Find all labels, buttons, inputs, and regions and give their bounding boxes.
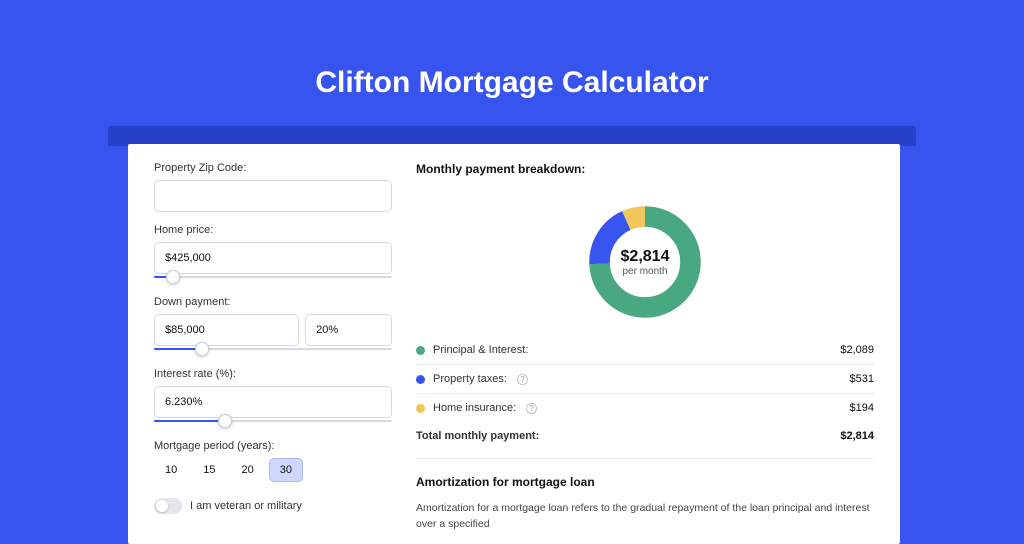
amortization-body: Amortization for a mortgage loan refers … [416, 501, 874, 533]
zip-input[interactable] [154, 180, 392, 212]
legend-label: Home insurance: [433, 402, 516, 414]
amortization-title: Amortization for mortgage loan [416, 475, 874, 489]
legend-row: Principal & Interest: $2,089 [416, 336, 874, 365]
down-label: Down payment: [154, 296, 392, 308]
total-value: $2,814 [840, 430, 874, 442]
price-slider-thumb[interactable] [166, 270, 180, 284]
legend-dot [416, 404, 425, 413]
price-slider[interactable] [154, 272, 392, 284]
legend-dot [416, 346, 425, 355]
down-slider-thumb[interactable] [195, 342, 209, 356]
donut-sub: per month [622, 266, 667, 277]
legend-label: Principal & Interest: [433, 344, 528, 356]
rate-label: Interest rate (%): [154, 368, 392, 380]
total-row: Total monthly payment: $2,814 [416, 422, 874, 450]
down-slider[interactable] [154, 344, 392, 356]
period-button-10[interactable]: 10 [154, 458, 188, 482]
help-icon[interactable]: ? [517, 374, 528, 385]
legend-row: Home insurance:? $194 [416, 394, 874, 422]
form-panel: Property Zip Code: Home price: Down paym… [154, 162, 392, 526]
down-amount-input[interactable] [154, 314, 299, 346]
legend: Principal & Interest: $2,089 Property taxe… [416, 336, 874, 422]
donut-amount: $2,814 [621, 248, 670, 266]
breakdown-title: Monthly payment breakdown: [416, 162, 874, 176]
legend-row: Property taxes:? $531 [416, 365, 874, 394]
legend-value: $194 [850, 402, 874, 414]
rate-slider[interactable] [154, 416, 392, 428]
veteran-label: I am veteran or military [190, 500, 302, 512]
legend-value: $531 [850, 373, 874, 385]
period-button-15[interactable]: 15 [192, 458, 226, 482]
legend-dot [416, 375, 425, 384]
page-title: Clifton Mortgage Calculator [0, 0, 1024, 124]
card-shadow [108, 126, 916, 146]
period-label: Mortgage period (years): [154, 440, 392, 452]
period-button-20[interactable]: 20 [231, 458, 265, 482]
price-label: Home price: [154, 224, 392, 236]
zip-label: Property Zip Code: [154, 162, 392, 174]
rate-input[interactable] [154, 386, 392, 418]
amortization-section: Amortization for mortgage loan Amortizat… [416, 458, 874, 533]
donut-chart: $2,814 per month [585, 202, 705, 322]
down-pct-input[interactable] [305, 314, 392, 346]
total-label: Total monthly payment: [416, 430, 539, 442]
rate-slider-thumb[interactable] [218, 414, 232, 428]
legend-value: $2,089 [840, 344, 874, 356]
legend-label: Property taxes: [433, 373, 507, 385]
help-icon[interactable]: ? [526, 403, 537, 414]
calculator-card: Property Zip Code: Home price: Down paym… [128, 144, 900, 544]
period-buttons: 10152030 [154, 458, 392, 482]
breakdown-panel: Monthly payment breakdown: $2,814 per mo… [416, 162, 874, 526]
price-input[interactable] [154, 242, 392, 274]
period-button-30[interactable]: 30 [269, 458, 303, 482]
